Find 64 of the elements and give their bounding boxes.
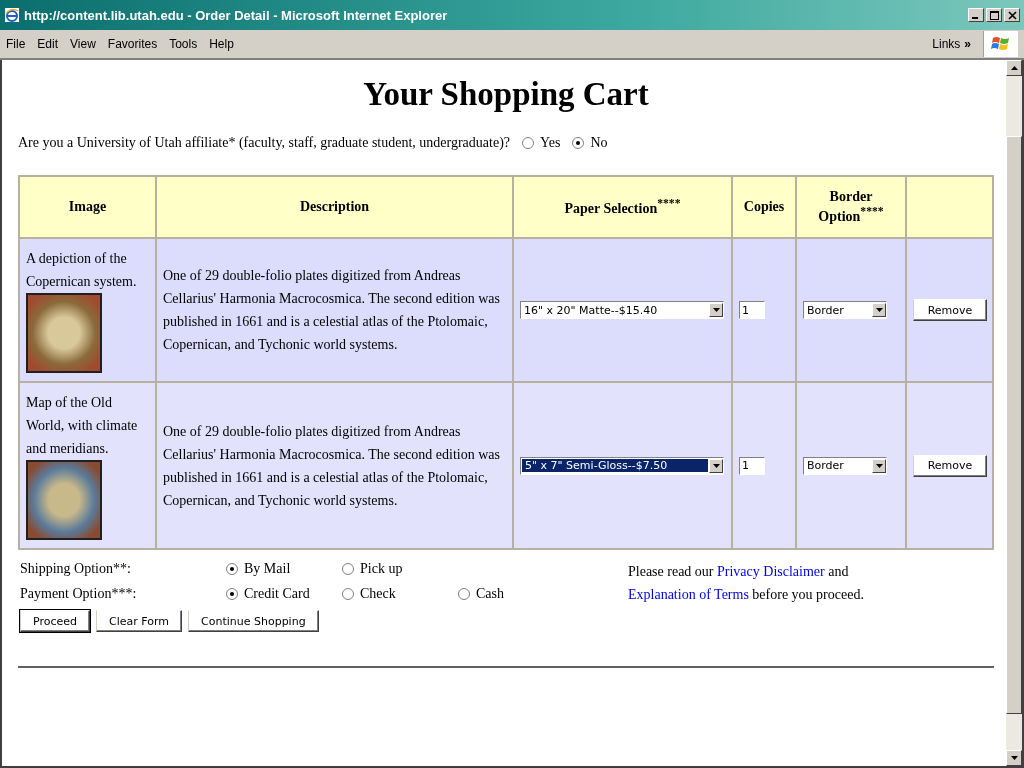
dropdown-arrow-icon — [875, 308, 883, 312]
menu-item[interactable]: View — [70, 37, 96, 51]
border-select[interactable]: Border — [803, 456, 887, 475]
terms-link[interactable]: Explanation of Terms — [628, 587, 749, 602]
image-caption: A depiction of the Copernican system. — [26, 250, 138, 291]
column-header: Border Option$^{****}$ — [796, 176, 906, 238]
radio-label[interactable]: Pick up — [360, 560, 403, 577]
image-caption: Map of the Old World, with climate and meridians. — [26, 394, 139, 458]
close-icon — [1007, 10, 1017, 20]
form-button[interactable]: Proceed — [20, 610, 91, 632]
radio-label[interactable]: By Mail — [244, 560, 291, 577]
notice-text: Please read our Privacy Disclaimer and Explanation of Terms before you proceed. — [628, 563, 865, 604]
radio-button[interactable] — [342, 587, 354, 600]
radio-button[interactable] — [458, 587, 470, 600]
radio-button[interactable] — [226, 587, 238, 600]
minimize-button[interactable] — [968, 8, 984, 22]
option-label: Shipping Option**: — [19, 560, 132, 577]
paper-select[interactable]: 5" x 7" Semi-Gloss--$7.50 — [520, 456, 724, 475]
privacy-link[interactable]: Privacy Disclaimer — [717, 564, 825, 579]
radio-button[interactable] — [522, 137, 535, 149]
maximize-icon — [989, 10, 999, 20]
browser-e-icon — [4, 7, 20, 23]
menu-item[interactable]: Favorites — [107, 37, 158, 51]
page-heading: Your Shopping Cart — [362, 76, 650, 113]
maximize-button[interactable] — [986, 8, 1002, 22]
close-button[interactable] — [1004, 8, 1020, 22]
radio-button[interactable] — [342, 562, 354, 575]
radio-label[interactable]: Cash — [476, 585, 504, 602]
window-title: http://content.lib.utah.edu - Order Detail - Microsoft Internet Explorer — [24, 7, 449, 23]
dropdown-arrow-icon — [712, 308, 720, 312]
description-text: One of 29 double-folio plates digitized from Andreas Cellarius' Harmonia Macrocosmica. The second edition was published in 1661 and is a celestial atlas of the Ptolomaic, Copernican, and Tychonic world systems. — [163, 423, 500, 508]
links-label[interactable]: Links — [932, 37, 961, 51]
remove-button[interactable]: Remove — [913, 299, 987, 321]
affiliate-question: Are you a University of Utah affiliate* (faculty, staff, graduate student, undergraduate)? — [18, 135, 511, 151]
option-label: Payment Option***: — [19, 585, 138, 602]
scrollbar[interactable] — [1006, 60, 1022, 766]
copies-field[interactable]: 1 — [739, 456, 765, 475]
menu-item[interactable]: File — [6, 37, 26, 51]
windows-flag-icon — [983, 31, 1018, 57]
radio-button[interactable] — [572, 137, 585, 149]
form-button[interactable]: Continue Shopping — [188, 610, 319, 632]
column-header: Image — [19, 176, 156, 238]
menu-item[interactable]: Tools — [169, 37, 198, 51]
remove-button[interactable]: Remove — [913, 454, 987, 477]
radio-label[interactable]: Check — [360, 585, 396, 602]
form-button[interactable]: Clear Form — [96, 610, 182, 632]
column-header: Description — [156, 176, 513, 238]
column-header: Copies — [732, 176, 796, 238]
radio-button[interactable] — [226, 562, 238, 575]
paper-select[interactable]: 16" x 20" Matte--$15.40 — [520, 301, 724, 319]
links-chevron[interactable]: » — [964, 37, 971, 51]
description-text: One of 29 double-folio plates digitized from Andreas Cellarius' Harmonia Macrocosmica. The second edition was published in 1661 and is a celestial atlas of the Ptolomaic, Copernican, and Tychonic world systems. — [163, 268, 500, 352]
column-header: Paper Selection$^{****}$ — [513, 176, 732, 238]
radio-label[interactable]: Credit Card — [244, 585, 310, 602]
dropdown-arrow-icon — [712, 463, 720, 468]
menu-item[interactable]: Edit — [37, 37, 59, 51]
scroll-down-icon — [1010, 756, 1018, 760]
copies-field[interactable]: 1 — [739, 301, 765, 319]
radio-label[interactable]: Yes — [540, 135, 561, 151]
radio-label[interactable]: No — [590, 135, 608, 151]
scroll-up-icon — [1010, 66, 1018, 70]
dropdown-arrow-icon — [875, 463, 883, 468]
menu-item[interactable]: Help — [209, 37, 234, 51]
border-select[interactable]: Border — [803, 301, 887, 319]
